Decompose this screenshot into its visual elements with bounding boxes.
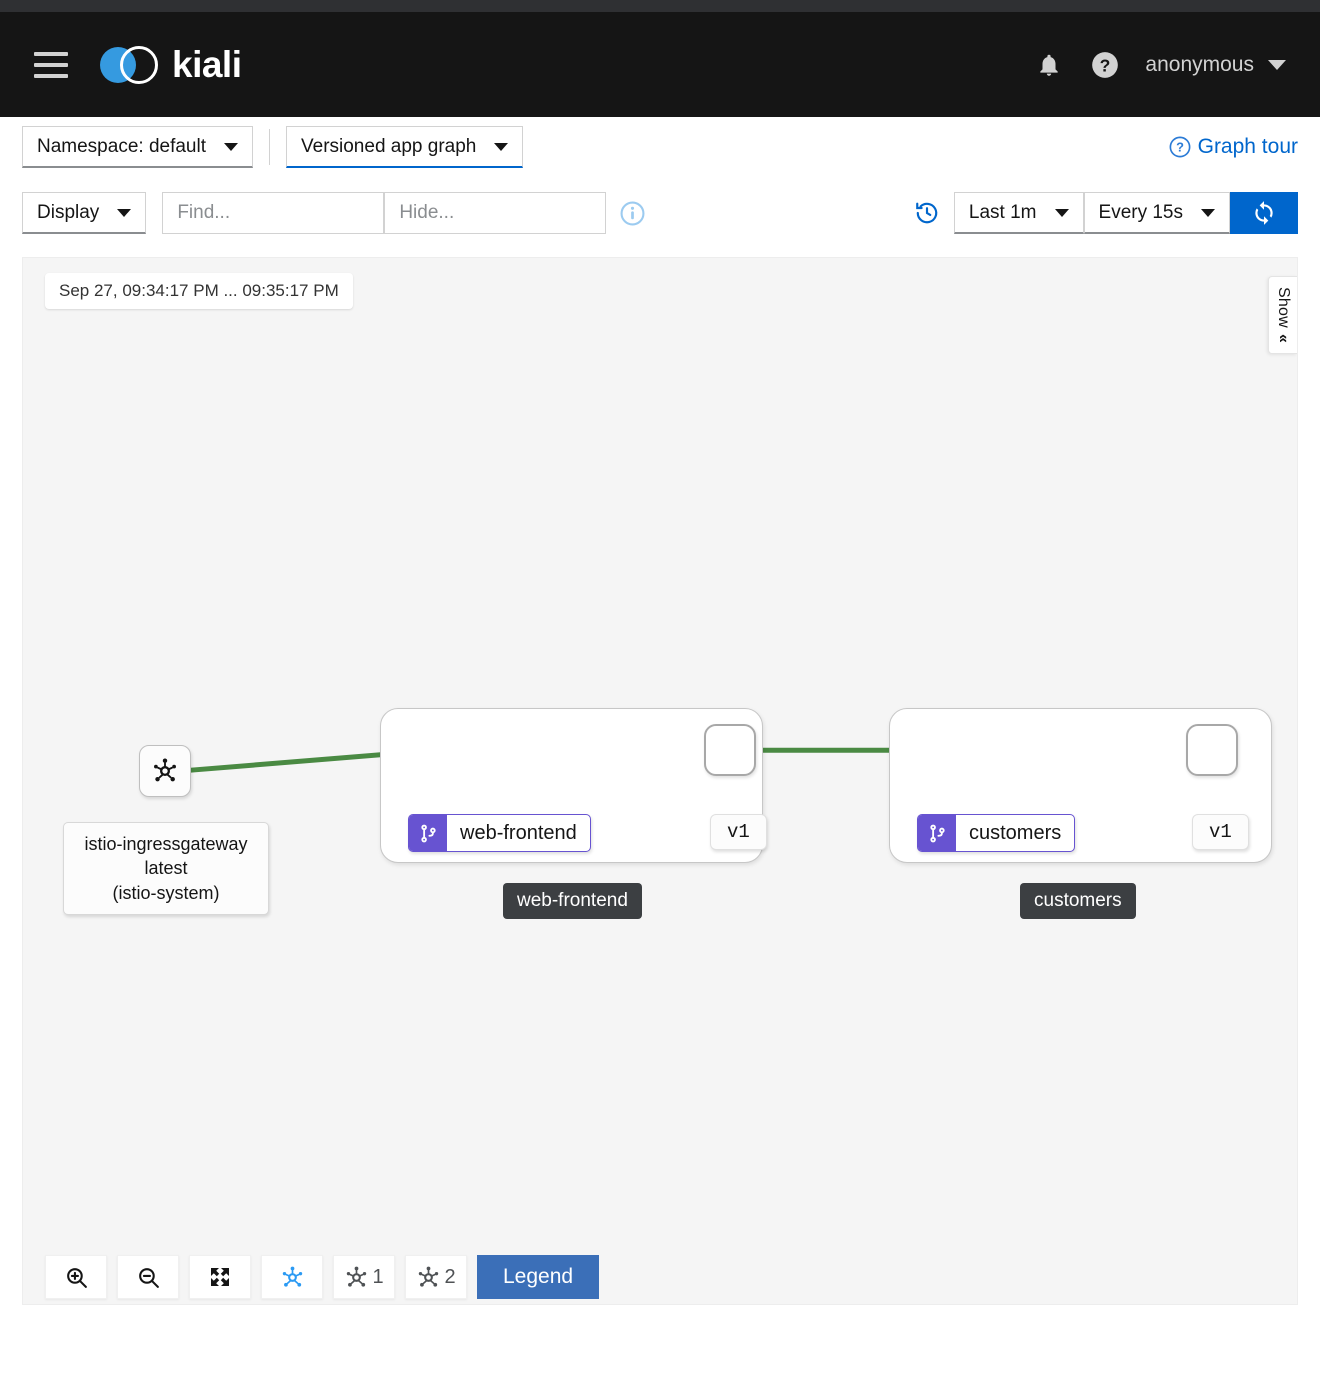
history-icon[interactable]	[914, 200, 940, 226]
layout-2-button[interactable]: 2	[405, 1255, 467, 1299]
graph-tour-label: Graph tour	[1197, 135, 1298, 158]
user-menu-label[interactable]: anonymous	[1145, 53, 1254, 77]
toolbar-divider	[269, 129, 270, 165]
layout-2-label: 2	[444, 1265, 456, 1288]
chevron-down-icon	[1201, 208, 1215, 217]
legend-button[interactable]: Legend	[477, 1255, 600, 1299]
masthead: kiali ? anonymous	[0, 12, 1320, 117]
zoom-in-icon	[66, 1267, 87, 1288]
group-tooltip-label: customers	[1020, 883, 1136, 919]
workload-node-customers-v1[interactable]	[1186, 724, 1238, 776]
topology-icon	[419, 1266, 439, 1287]
refresh-button[interactable]	[1230, 192, 1298, 234]
chevron-down-icon	[117, 208, 132, 217]
question-circle-icon: ?	[1169, 136, 1191, 158]
sync-icon	[1255, 201, 1273, 225]
code-branch-icon	[409, 815, 447, 851]
topology-icon	[347, 1266, 367, 1287]
node-label-istio-ingressgateway[interactable]: istio-ingressgateway latest (istio-syste…	[63, 822, 269, 915]
hamburger-icon[interactable]	[34, 51, 68, 78]
svg-text:?: ?	[1176, 140, 1184, 155]
bell-icon[interactable]	[1021, 37, 1077, 93]
kiali-logo-icon	[98, 43, 164, 87]
display-select-label: Display	[37, 201, 100, 223]
node-istio-ingressgateway[interactable]	[139, 745, 191, 797]
service-badge-web-frontend[interactable]: web-frontend	[408, 814, 591, 852]
fit-to-screen-button[interactable]	[189, 1255, 251, 1299]
version-chip-customers-v1[interactable]: v1	[1192, 814, 1249, 850]
group-tooltip-web-frontend: web-frontend	[503, 883, 642, 919]
refresh-interval-select[interactable]: Every 15s	[1083, 192, 1230, 234]
layout-1-button[interactable]: 1	[333, 1255, 395, 1299]
caret-down-icon[interactable]	[1268, 59, 1286, 70]
info-circle-icon[interactable]	[620, 201, 645, 226]
service-badge-label: web-frontend	[460, 821, 577, 844]
svg-text:?: ?	[1100, 55, 1111, 75]
brand-logo-link[interactable]: kiali	[98, 43, 242, 87]
topology-icon	[282, 1266, 302, 1287]
display-select[interactable]: Display	[22, 192, 147, 234]
service-badge-label: customers	[969, 821, 1062, 844]
graph-toolbar-secondary: Display Last 1m Every 15s	[0, 177, 1320, 249]
question-circle-icon[interactable]: ?	[1077, 37, 1133, 93]
time-controls: Last 1m Every 15s	[914, 192, 1298, 234]
graph-canvas[interactable]: Sep 27, 09:34:17 PM ... 09:35:17 PM Show…	[22, 257, 1298, 1305]
version-chip-web-frontend-v1[interactable]: v1	[710, 814, 767, 850]
group-tooltip-label: web-frontend	[503, 883, 642, 919]
expand-arrows-icon	[211, 1268, 229, 1286]
group-tooltip-customers: customers	[1020, 883, 1136, 919]
namespace-select-label: Namespace: default	[37, 135, 206, 157]
layout-default-button[interactable]	[261, 1255, 323, 1299]
graph-type-select[interactable]: Versioned app graph	[286, 126, 524, 168]
hide-input[interactable]	[384, 192, 607, 234]
refresh-interval-select-label: Every 15s	[1098, 201, 1183, 223]
chevron-down-icon	[224, 142, 238, 151]
brand-name: kiali	[172, 43, 242, 85]
time-range-select[interactable]: Last 1m	[953, 192, 1084, 234]
chevron-down-icon	[494, 142, 509, 151]
layout-1-label: 1	[372, 1265, 384, 1288]
time-range-select-label: Last 1m	[968, 201, 1037, 223]
zoom-out-button[interactable]	[117, 1255, 179, 1299]
graph-tour-link[interactable]: ? Graph tour	[1169, 135, 1298, 159]
graph-type-select-label: Versioned app graph	[301, 135, 477, 157]
graph-bottom-toolbar: 1 2 Legend	[45, 1250, 600, 1304]
namespace-select[interactable]: Namespace: default	[22, 126, 253, 168]
code-branch-icon	[918, 815, 956, 851]
service-mesh-node-icon	[154, 758, 176, 782]
chevron-down-icon	[1054, 208, 1069, 217]
zoom-in-button[interactable]	[45, 1255, 107, 1299]
masthead-actions: ? anonymous	[1021, 37, 1292, 93]
workload-node-web-frontend-v1[interactable]	[704, 724, 756, 776]
graph-toolbar-primary: Namespace: default Versioned app graph ?…	[0, 117, 1320, 177]
find-input[interactable]	[162, 192, 385, 234]
zoom-out-icon	[138, 1267, 159, 1288]
window-titlebar	[0, 0, 1320, 12]
service-badge-customers[interactable]: customers	[917, 814, 1076, 852]
